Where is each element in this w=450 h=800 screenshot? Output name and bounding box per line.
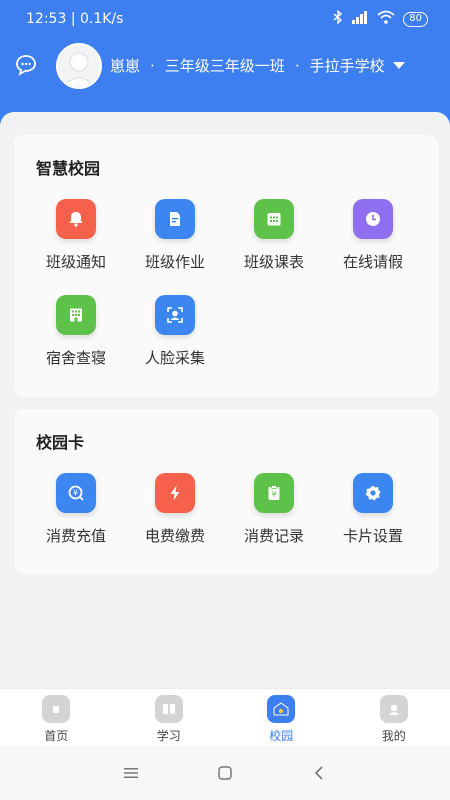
status-left: 12:53 | 0.1K/s	[26, 11, 124, 27]
tab-label: 我的	[381, 729, 406, 743]
user-name: 崽崽	[110, 57, 141, 75]
status-bar: 12:53 | 0.1K/s 80	[0, 0, 450, 38]
user-selector[interactable]: 崽崽 · 三年级三年级一班 · 手拉手学校	[110, 55, 405, 76]
main-content: 智慧校园 班级通知 班级作业 班级课表 在线请假 宿舍查寝 人脸采集 校园卡 ¥…	[0, 112, 450, 688]
tab-study[interactable]: 学习	[113, 689, 226, 746]
tile-label: 宿舍查寝	[45, 349, 106, 367]
signal-icon	[351, 10, 369, 28]
clock-icon	[353, 199, 393, 239]
tile-label: 班级通知	[45, 253, 106, 271]
chat-icon[interactable]	[14, 53, 38, 77]
svg-text:¥: ¥	[73, 488, 78, 497]
bell-icon	[56, 199, 96, 239]
calendar-icon	[254, 199, 294, 239]
tab-home[interactable]: 首页	[0, 689, 113, 746]
user-header: 崽崽 · 三年级三年级一班 · 手拉手学校	[0, 40, 450, 92]
tile-label: 人脸采集	[144, 349, 205, 367]
tile-label: 班级课表	[243, 253, 304, 271]
system-navigation-bar	[0, 746, 450, 800]
tile-spending-record[interactable]: ¥ 消费记录	[230, 473, 318, 553]
separator-dot: ·	[150, 56, 155, 75]
bluetooth-icon	[333, 9, 343, 28]
book-icon	[154, 695, 183, 723]
tile-electricity[interactable]: 电费缴费	[131, 473, 219, 553]
tile-dorm-check[interactable]: 宿舍查寝	[32, 295, 120, 375]
tab-label: 校园	[269, 729, 294, 743]
building-icon	[56, 295, 96, 335]
section-title: 校园卡	[36, 433, 85, 452]
caret-down-icon[interactable]	[392, 62, 405, 69]
class-name: 三年级三年级一班	[164, 57, 285, 75]
tile-label: 电费缴费	[144, 527, 205, 545]
smart-campus-card: 智慧校园 班级通知 班级作业 班级课表 在线请假 宿舍查寝 人脸采集	[14, 135, 438, 397]
home-square-icon[interactable]	[213, 761, 237, 785]
tile-label: 消费充值	[45, 527, 106, 545]
tile-label: 卡片设置	[342, 527, 403, 545]
tab-label: 首页	[44, 729, 69, 743]
tile-recharge[interactable]: ¥ 消费充值	[32, 473, 120, 553]
tab-label: 学习	[156, 729, 181, 743]
tile-class-notice[interactable]: 班级通知	[32, 199, 120, 279]
bottom-tab-bar: 首页 学习 校园 我的	[0, 688, 450, 746]
tile-card-settings[interactable]: 卡片设置	[329, 473, 417, 553]
battery-icon: 80	[403, 11, 428, 27]
profile-icon	[379, 695, 408, 723]
tile-class-homework[interactable]: 班级作业	[131, 199, 219, 279]
campus-card-section: 校园卡 ¥ 消费充值 电费缴费 ¥ 消费记录 卡片设置	[14, 409, 438, 574]
document-icon	[155, 199, 195, 239]
school-name: 手拉手学校	[309, 57, 385, 75]
gear-icon	[353, 473, 393, 513]
avatar[interactable]	[56, 43, 102, 89]
wifi-icon	[377, 10, 395, 28]
status-time: 12:53	[26, 11, 67, 27]
tab-mine[interactable]: 我的	[338, 689, 450, 746]
tile-label: 班级作业	[144, 253, 205, 271]
tab-campus[interactable]: 校园	[225, 689, 338, 746]
home-icon	[42, 695, 71, 723]
tile-face-capture[interactable]: 人脸采集	[131, 295, 219, 375]
network-speed: 0.1K/s	[79, 11, 124, 27]
receipt-icon: ¥	[254, 473, 294, 513]
tile-label: 消费记录	[243, 527, 304, 545]
tile-class-schedule[interactable]: 班级课表	[230, 199, 318, 279]
status-right: 80	[333, 9, 428, 28]
menu-icon[interactable]	[119, 761, 143, 785]
lightning-icon	[155, 473, 195, 513]
tile-online-leave[interactable]: 在线请假	[329, 199, 417, 279]
section-title: 智慧校园	[36, 159, 101, 178]
back-icon[interactable]	[307, 761, 331, 785]
svg-text:¥: ¥	[271, 490, 276, 499]
campus-icon	[267, 695, 296, 723]
separator-dot: ·	[294, 56, 300, 75]
yen-search-icon: ¥	[56, 473, 96, 513]
face-scan-icon	[155, 295, 195, 335]
tile-label: 在线请假	[342, 253, 403, 271]
